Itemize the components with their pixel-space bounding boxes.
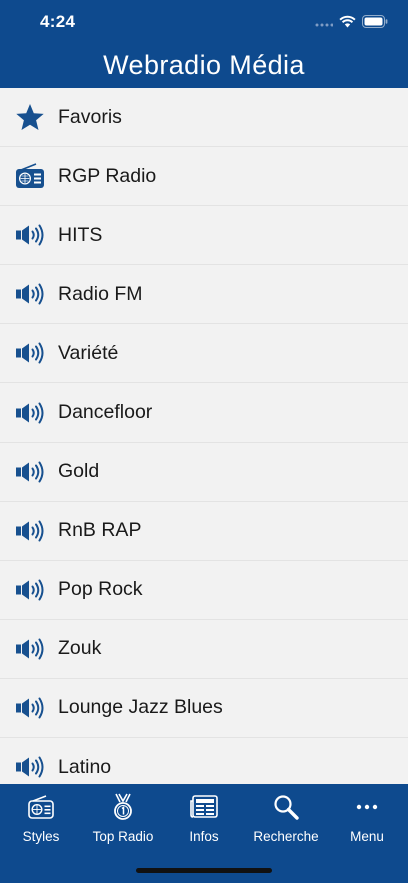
list-item-label: Lounge Jazz Blues	[58, 696, 223, 719]
speaker-icon	[16, 342, 44, 364]
tab-label: Infos	[189, 829, 219, 844]
search-icon	[274, 795, 299, 820]
status-bar: 4:24	[0, 0, 408, 44]
list-item-label: Pop Rock	[58, 578, 143, 601]
speaker-icon	[16, 520, 44, 542]
tab-top-radio[interactable]: Top Radio	[82, 792, 164, 852]
radio-icon	[16, 163, 44, 189]
list-item-pop-rock[interactable]: Pop Rock	[0, 561, 408, 620]
speaker-icon	[16, 224, 44, 246]
speaker-icon	[16, 697, 44, 719]
tab-recherche[interactable]: Recherche	[245, 792, 327, 852]
newspaper-icon	[190, 795, 218, 818]
radio-icon	[28, 795, 54, 819]
speaker-icon	[16, 461, 44, 483]
list-item-hits[interactable]: HITS	[0, 206, 408, 266]
tab-styles[interactable]: Styles	[0, 792, 82, 852]
list-item-variete[interactable]: Variété	[0, 324, 408, 384]
list-item-label: Gold	[58, 460, 100, 483]
home-indicator[interactable]	[136, 868, 272, 873]
list-item-label: RnB RAP	[58, 519, 142, 542]
list-item-rnb-rap[interactable]: RnB RAP	[0, 502, 408, 561]
list-item-latino[interactable]: Latino	[0, 738, 408, 784]
list-item-lounge-jazz-blues[interactable]: Lounge Jazz Blues	[0, 679, 408, 739]
status-icons	[315, 15, 388, 28]
signal-icon	[315, 23, 333, 27]
battery-icon	[362, 15, 388, 28]
speaker-icon	[16, 579, 44, 601]
tab-label: Recherche	[253, 829, 319, 844]
list-item-label: Radio FM	[58, 282, 143, 305]
list-item-label: HITS	[58, 223, 103, 246]
speaker-icon	[16, 756, 44, 778]
star-icon	[16, 104, 44, 131]
list-item-label: Favoris	[58, 105, 122, 128]
wifi-icon	[339, 15, 356, 28]
list-item-label: Zouk	[58, 637, 102, 660]
list-item-gold[interactable]: Gold	[0, 443, 408, 502]
tab-label: Top Radio	[92, 829, 154, 844]
tab-menu[interactable]: Menu	[326, 792, 408, 852]
page-title: Webradio Média	[103, 50, 305, 80]
list-item-zouk[interactable]: Zouk	[0, 620, 408, 679]
speaker-icon	[16, 402, 44, 424]
speaker-icon	[16, 638, 44, 660]
more-icon	[356, 804, 378, 810]
tab-label: Styles	[22, 829, 60, 844]
list-item-label: RGP Radio	[58, 164, 157, 187]
list-item-rgp-radio[interactable]: RGP Radio	[0, 147, 408, 207]
tab-infos[interactable]: Infos	[163, 792, 245, 852]
speaker-icon	[16, 283, 44, 305]
list-item-label: Dancefloor	[58, 401, 153, 424]
status-time: 4:24	[40, 12, 76, 31]
station-list[interactable]: Favoris RGP Radio HITS Radio FM Variété …	[0, 88, 408, 784]
list-item-favoris[interactable]: Favoris	[0, 88, 408, 148]
list-item-dancefloor[interactable]: Dancefloor	[0, 383, 408, 443]
tab-label: Menu	[350, 829, 384, 844]
medal-icon	[114, 793, 132, 820]
app-header: 4:24 Webradio Média	[0, 0, 408, 88]
list-item-label: Latino	[58, 755, 112, 778]
list-item-label: Variété	[58, 341, 119, 364]
list-item-radio-fm[interactable]: Radio FM	[0, 265, 408, 325]
